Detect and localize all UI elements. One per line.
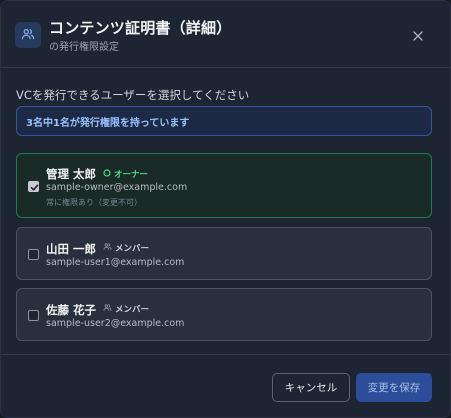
users-icon [103,242,112,254]
save-button[interactable]: 変更を保存 [356,373,432,402]
dialog-title: コンテンツ証明書（詳細） [49,19,232,37]
role-badge-member: メンバー [103,242,149,254]
cancel-button[interactable]: キャンセル [272,373,350,402]
close-button[interactable] [410,27,426,43]
user-note: 常に権限あり（変更不可） [46,198,142,207]
role-label: メンバー [115,305,150,315]
role-badge-owner: オーナー [103,168,148,180]
circle-icon [103,168,111,180]
user-name: 管理 太郎 [46,167,97,181]
info-banner: 3名中1名が発行権限を持っています [16,106,432,136]
users-icon [103,303,112,315]
user-email: sample-user2@example.com [46,318,185,329]
dialog-footer: キャンセル 変更を保存 [1,354,450,418]
user-name: 山田 一郎 [46,242,97,256]
dialog-header: コンテンツ証明書（詳細） の発行権限設定 [1,1,450,68]
permission-dialog: コンテンツ証明書（詳細） の発行権限設定 VCを発行できるユーザーを選択してくだ… [0,0,451,418]
user-checkbox[interactable] [28,310,39,321]
close-icon [413,26,423,45]
user-card-member[interactable]: 佐藤 花子 メンバー sample-user2@example.com [16,288,432,341]
instruction-text: VCを発行できるユーザーを選択してください [16,88,250,102]
role-label: オーナー [114,170,149,180]
info-banner-text: 3名中1名が発行権限を持っています [26,117,190,129]
user-card-owner[interactable]: 管理 太郎 オーナー sample-owner@example.com 常に権限… [16,153,432,218]
user-email: sample-user1@example.com [46,257,185,268]
user-checkbox[interactable] [28,249,39,260]
role-label: メンバー [115,244,150,254]
user-checkbox[interactable] [28,181,39,192]
role-badge-member: メンバー [103,303,149,315]
user-email: sample-owner@example.com [46,182,188,193]
header-icon-badge [15,22,41,48]
user-name: 佐藤 花子 [46,303,97,317]
user-card-member[interactable]: 山田 一郎 メンバー sample-user1@example.com [16,227,432,280]
dialog-subtitle: の発行権限設定 [49,42,119,53]
users-icon [21,26,35,45]
